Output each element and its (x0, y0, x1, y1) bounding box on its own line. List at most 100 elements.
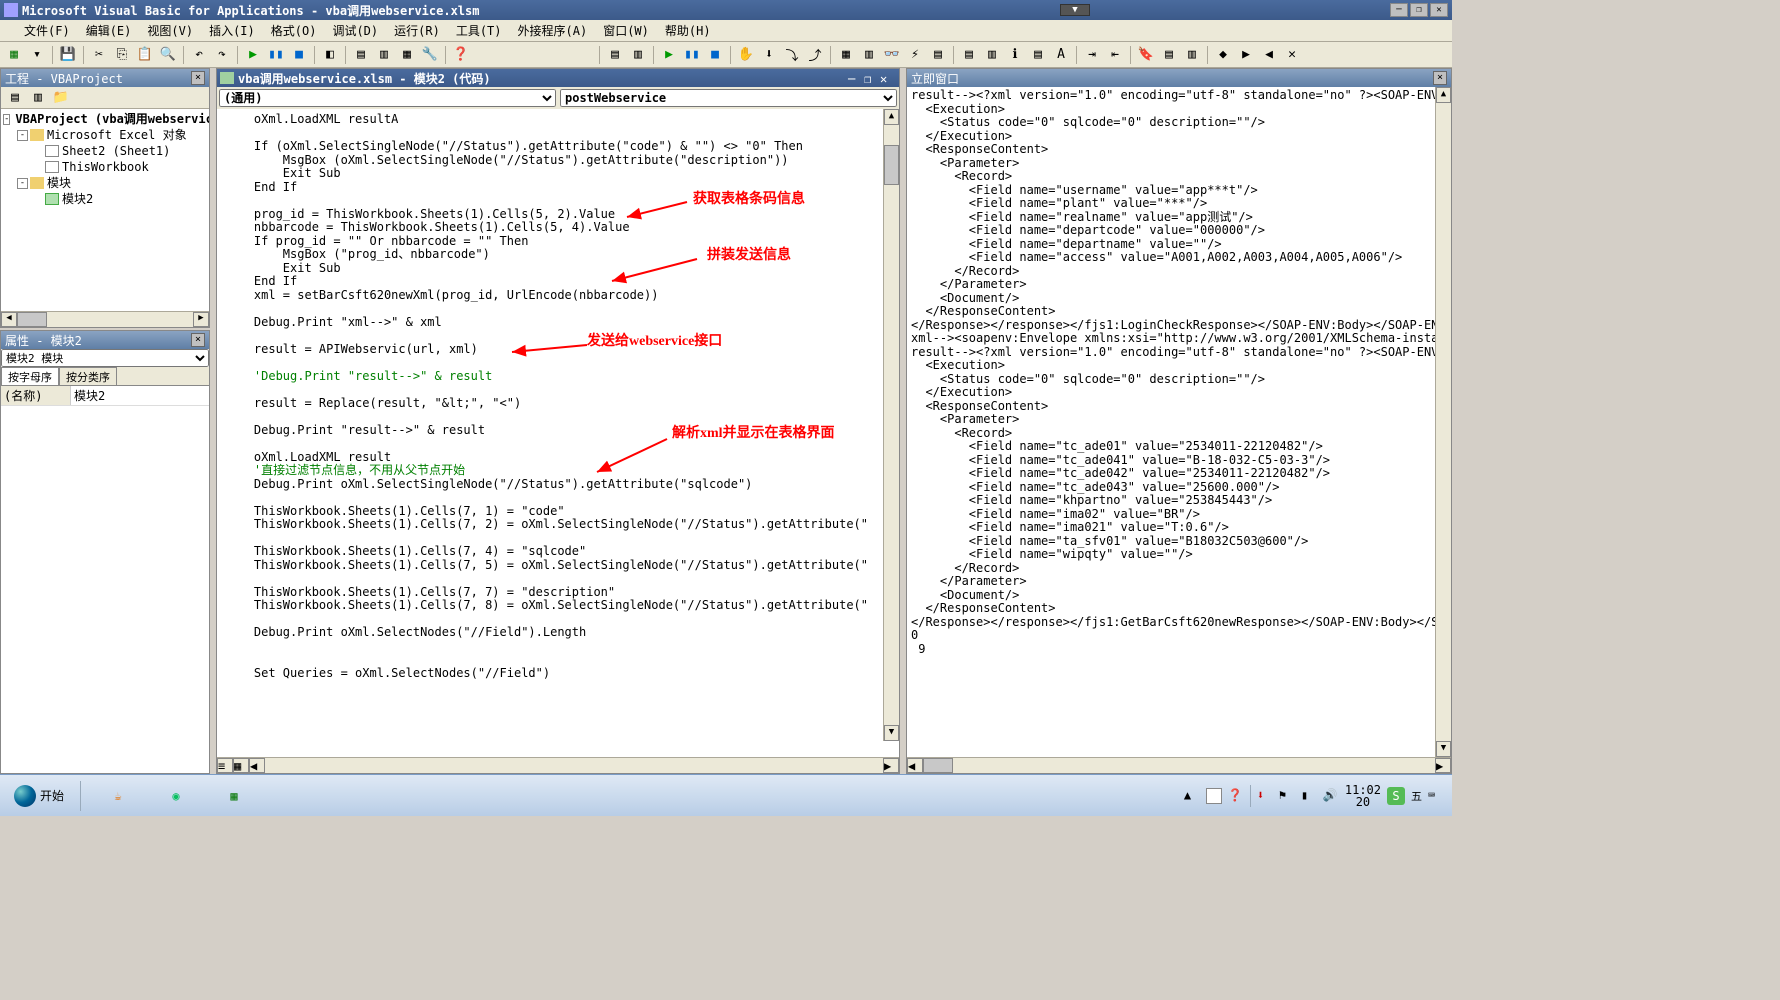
tree-sheet2[interactable]: Sheet2 (Sheet1) (62, 143, 170, 159)
menu-view[interactable]: 视图(V) (139, 20, 201, 41)
undo-icon[interactable]: ↶ (189, 45, 209, 65)
design-mode-icon[interactable]: ◧ (320, 45, 340, 65)
scroll-down-icon[interactable]: ▼ (1436, 741, 1451, 757)
scroll-thumb[interactable] (884, 145, 899, 185)
tree-excel-objects[interactable]: Microsoft Excel 对象 (47, 127, 187, 143)
full-module-view-icon[interactable]: ▦ (233, 758, 249, 773)
uncomment-block-icon[interactable]: ▥ (1182, 45, 1202, 65)
toggle-breakpoint-icon[interactable]: ✋ (736, 45, 756, 65)
run-icon[interactable]: ▶ (243, 45, 263, 65)
quick-watch-icon[interactable]: ⚡ (905, 45, 925, 65)
menu-format[interactable]: 格式(O) (263, 20, 325, 41)
menu-run[interactable]: 运行(R) (386, 20, 448, 41)
tray-network-icon[interactable]: ▮ (1301, 788, 1317, 804)
object-combo[interactable]: (通用) (219, 89, 556, 107)
menu-help[interactable]: 帮助(H) (657, 20, 719, 41)
task-java[interactable]: ☕ (91, 779, 145, 813)
excel-icon[interactable]: ▦ (4, 45, 24, 65)
immediate-close-icon[interactable]: × (1433, 71, 1447, 85)
properties-close-icon[interactable]: × (191, 333, 205, 347)
clear-bookmarks-icon[interactable]: ✕ (1282, 45, 1302, 65)
object-selector[interactable]: 模块2 模块 (1, 349, 209, 367)
scroll-down-icon[interactable]: ▼ (884, 725, 899, 741)
properties-title[interactable]: 属性 - 模块2 × (1, 331, 209, 349)
prop-name-value[interactable]: 模块2 (71, 386, 209, 405)
locals-icon[interactable]: ▦ (836, 45, 856, 65)
toggle-folders-icon[interactable]: 📁 (51, 88, 71, 108)
immediate-icon[interactable]: ▥ (859, 45, 879, 65)
project-root[interactable]: VBAProject (vba调用webservice.xlsm) (15, 111, 209, 127)
tray-volume-icon[interactable]: 🔊 (1323, 788, 1339, 804)
edit-toolbar-icon[interactable]: ▤ (605, 45, 625, 65)
outdent-icon[interactable]: ⇤ (1105, 45, 1125, 65)
scroll-left-icon[interactable]: ◀ (907, 758, 923, 773)
properties-grid[interactable]: (名称) 模块2 (1, 385, 209, 406)
code-window-titlebar[interactable]: vba调用webservice.xlsm - 模块2 (代码) ─ ❐ ✕ (217, 69, 899, 87)
minimize-button[interactable]: ─ (1390, 3, 1408, 17)
menu-insert[interactable]: 插入(I) (201, 20, 263, 41)
tab-alphabetic[interactable]: 按字母序 (1, 367, 59, 385)
code-scroll-v[interactable]: ▲ ▼ (883, 109, 899, 741)
break-icon[interactable]: ▮▮ (266, 45, 286, 65)
paste-icon[interactable]: 📋 (135, 45, 155, 65)
procedure-combo[interactable]: postWebservice (560, 89, 897, 107)
tray-flag-icon[interactable]: ⚑ (1279, 788, 1295, 804)
step-over-icon[interactable]: ⤵ (782, 45, 802, 65)
project-explorer-icon[interactable]: ▤ (351, 45, 371, 65)
watch-icon[interactable]: 👓 (882, 45, 902, 65)
tree-thisworkbook[interactable]: ThisWorkbook (62, 159, 149, 175)
comment-block-icon[interactable]: ▤ (1159, 45, 1179, 65)
properties-icon[interactable]: ▥ (374, 45, 394, 65)
prev-bookmark-icon[interactable]: ◀ (1259, 45, 1279, 65)
tab-categorized[interactable]: 按分类序 (59, 367, 117, 385)
indent-icon[interactable]: ⇥ (1082, 45, 1102, 65)
scroll-right-icon[interactable]: ▶ (883, 758, 899, 773)
menu-file[interactable]: 文件(F) (16, 20, 78, 41)
project-scroll-h[interactable]: ◀ ▶ (1, 311, 209, 327)
scroll-left-icon[interactable]: ◀ (249, 758, 265, 773)
debug-reset-icon[interactable]: ■ (705, 45, 725, 65)
procedure-view-icon[interactable]: ≡ (217, 758, 233, 773)
tray-keyboard-icon[interactable]: ⌨ (1428, 788, 1444, 804)
expand-icon[interactable]: - (17, 178, 28, 189)
debug-run-icon[interactable]: ▶ (659, 45, 679, 65)
code-close-button[interactable]: ✕ (880, 72, 896, 85)
project-explorer-title[interactable]: 工程 - VBAProject × (1, 69, 209, 87)
scroll-up-icon[interactable]: ▲ (884, 109, 899, 125)
restore-button[interactable]: ❐ (1410, 3, 1428, 17)
tray-help-icon[interactable]: ❓ (1228, 788, 1244, 804)
tree-modules[interactable]: 模块 (47, 175, 71, 191)
step-out-icon[interactable]: ⤴ (805, 45, 825, 65)
start-button[interactable]: 开始 (4, 779, 74, 813)
project-tree[interactable]: -VBAProject (vba调用webservice.xlsm) -Micr… (1, 109, 209, 311)
menu-tools[interactable]: 工具(T) (448, 20, 510, 41)
expand-icon[interactable]: - (3, 114, 10, 125)
ime-label[interactable]: 五 (1411, 788, 1422, 804)
view-object-icon[interactable]: ▥ (28, 88, 48, 108)
task-wechat[interactable]: ◉ (149, 779, 203, 813)
immediate-titlebar[interactable]: 立即窗口 × (907, 69, 1451, 87)
insert-dropdown-icon[interactable]: ▾ (27, 45, 47, 65)
tray-action-center-icon[interactable] (1206, 788, 1222, 804)
quick-info-icon[interactable]: ℹ (1005, 45, 1025, 65)
close-button[interactable]: ✕ (1430, 3, 1448, 17)
menu-window[interactable]: 窗口(W) (595, 20, 657, 41)
object-browser-icon[interactable]: ▦ (397, 45, 417, 65)
tree-module2[interactable]: 模块2 (62, 191, 93, 207)
scroll-left-icon[interactable]: ◀ (1, 312, 17, 327)
list-constants-icon[interactable]: ▥ (982, 45, 1002, 65)
find-icon[interactable]: 🔍 (158, 45, 178, 65)
code-editor[interactable]: oXml.LoadXML resultA If (oXml.SelectSing… (217, 109, 899, 757)
help-icon[interactable]: ❓ (451, 45, 471, 65)
toolbox-icon[interactable]: 🔧 (420, 45, 440, 65)
bookmark-toggle-icon[interactable]: ◆ (1213, 45, 1233, 65)
tray-torrent-icon[interactable]: ⬇ (1257, 788, 1273, 804)
list-properties-icon[interactable]: ▤ (959, 45, 979, 65)
code-restore-button[interactable]: ❐ (864, 72, 880, 85)
tray-show-hidden-icon[interactable]: ▲ (1184, 788, 1200, 804)
task-excel[interactable]: ▦ (207, 779, 261, 813)
immediate-body[interactable]: result--><?xml version="1.0" encoding="u… (907, 87, 1451, 757)
parameter-info-icon[interactable]: ▤ (1028, 45, 1048, 65)
project-explorer-close-icon[interactable]: × (191, 71, 205, 85)
scroll-thumb[interactable] (923, 758, 953, 773)
